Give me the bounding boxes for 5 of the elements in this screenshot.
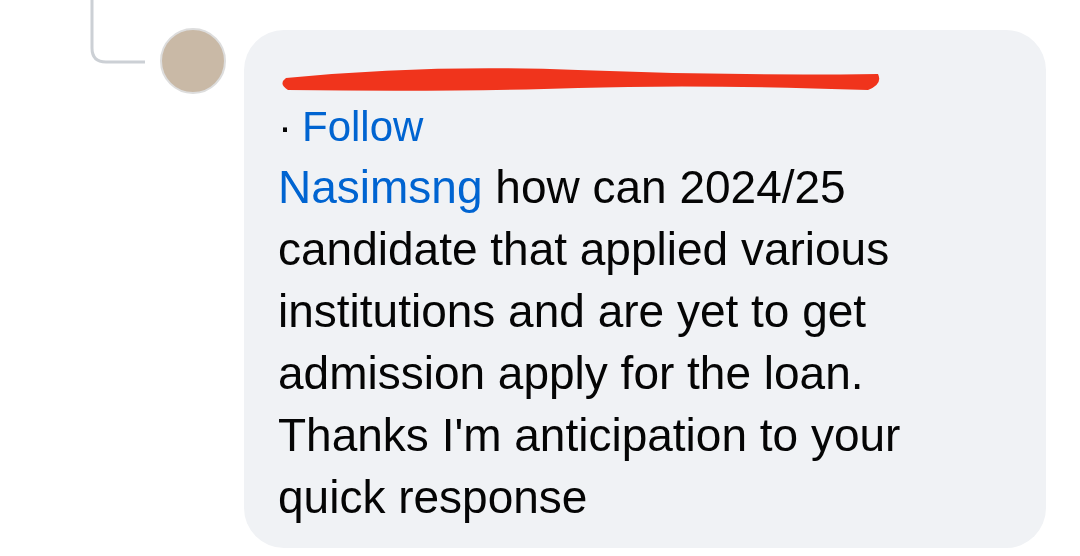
mention-link[interactable]: Nasimsng (278, 161, 483, 214)
thread-line (90, 0, 146, 64)
separator: · (278, 102, 292, 152)
follow-link[interactable]: Follow (302, 102, 424, 153)
comment-text: Nasimsng how can 2024/25 candidate that applied various institutions and are yet to get admission apply for the loan. Thanks I'm anticipation to your quick response (278, 160, 902, 526)
